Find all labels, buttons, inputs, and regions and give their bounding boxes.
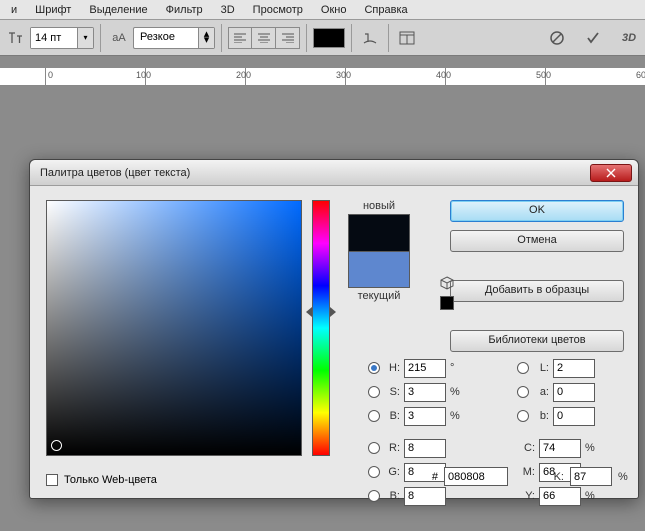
antialias-select[interactable]: Резкое ▴▾ [133, 27, 215, 49]
dialog-titlebar[interactable]: Палитра цветов (цвет текста) [30, 160, 638, 186]
label-s: S: [386, 386, 400, 398]
menu-item[interactable]: 3D [212, 1, 244, 19]
radio-a[interactable] [517, 386, 529, 398]
radio-b-rgb[interactable] [368, 490, 380, 502]
input-c[interactable] [539, 439, 581, 458]
label-c: C: [517, 442, 535, 454]
radio-g[interactable] [368, 466, 380, 478]
radio-b-hsb[interactable] [368, 410, 380, 422]
web-colors-label: Только Web-цвета [64, 474, 157, 486]
radio-s[interactable] [368, 386, 380, 398]
commit-icon[interactable] [581, 26, 605, 50]
warp-text-icon[interactable] [358, 26, 382, 50]
cube-icon[interactable] [440, 276, 454, 290]
menu-item[interactable]: Просмотр [244, 1, 312, 19]
radio-r[interactable] [368, 442, 380, 454]
text-align-group [228, 27, 300, 49]
label-a: a: [535, 386, 549, 398]
cancel-icon[interactable] [545, 26, 569, 50]
label-l: L: [535, 362, 549, 374]
menu-item[interactable]: Справка [355, 1, 416, 19]
suffix-percent: % [618, 471, 630, 483]
menu-bar: и Шрифт Выделение Фильтр 3D Просмотр Окн… [0, 0, 645, 20]
label-b-lab: b: [535, 410, 549, 422]
hue-slider-thumb[interactable] [306, 307, 312, 317]
input-b-hsb[interactable] [404, 407, 446, 426]
label-b-rgb: B: [386, 490, 400, 502]
label-b-hsb: B: [386, 410, 400, 422]
hue-slider[interactable] [312, 200, 330, 456]
input-a[interactable] [553, 383, 595, 402]
label-k: K: [546, 471, 564, 483]
color-field[interactable] [46, 200, 302, 456]
text-color-swatch[interactable] [313, 28, 345, 48]
current-color-label: текущий [358, 290, 401, 302]
align-center-button[interactable] [252, 27, 276, 49]
label-g: G: [386, 466, 400, 478]
web-colors-checkbox[interactable] [46, 474, 58, 486]
gamut-warning-swatch[interactable] [440, 296, 454, 310]
font-size-field[interactable]: ▾ [30, 27, 94, 49]
menu-item[interactable]: и [2, 1, 26, 19]
input-r[interactable] [404, 439, 446, 458]
align-right-button[interactable] [276, 27, 300, 49]
panel-toggle-icon[interactable] [395, 26, 419, 50]
hex-prefix: # [432, 471, 438, 483]
radio-h[interactable] [368, 362, 380, 374]
input-h[interactable] [404, 359, 446, 378]
hex-input[interactable] [444, 467, 508, 486]
close-button[interactable] [590, 164, 632, 182]
suffix-percent: % [585, 442, 597, 454]
menu-item[interactable]: Фильтр [157, 1, 212, 19]
label-h: H: [386, 362, 400, 374]
antialias-prefix: aA [107, 26, 131, 50]
label-r: R: [386, 442, 400, 454]
radio-b-lab[interactable] [517, 410, 529, 422]
add-to-swatches-button[interactable]: Добавить в образцы [450, 280, 624, 302]
antialias-value: Резкое [134, 28, 198, 48]
hue-slider-thumb[interactable] [330, 307, 336, 317]
ok-button[interactable]: OK [450, 200, 624, 222]
horizontal-ruler: 0 100 200 300 400 500 600 [0, 68, 645, 86]
label-y: Y: [517, 490, 535, 502]
color-libraries-button[interactable]: Библиотеки цветов [450, 330, 624, 352]
current-color-swatch[interactable] [349, 251, 409, 288]
input-s[interactable] [404, 383, 446, 402]
input-k[interactable] [570, 467, 612, 486]
dialog-title: Палитра цветов (цвет текста) [40, 167, 190, 179]
align-left-button[interactable] [228, 27, 252, 49]
3d-button[interactable]: 3D [617, 26, 641, 50]
input-y[interactable] [539, 487, 581, 506]
menu-item[interactable]: Выделение [80, 1, 156, 19]
text-size-icon [4, 26, 28, 50]
suffix-percent: % [450, 410, 462, 422]
menu-item[interactable]: Шрифт [26, 1, 80, 19]
menu-item[interactable]: Окно [312, 1, 356, 19]
font-size-dropdown[interactable]: ▾ [77, 28, 93, 48]
input-b-lab[interactable] [553, 407, 595, 426]
input-b-rgb[interactable] [404, 487, 446, 506]
suffix-degree: ° [450, 362, 462, 374]
options-toolbar: ▾ aA Резкое ▴▾ 3D [0, 20, 645, 56]
cancel-button[interactable]: Отмена [450, 230, 624, 252]
suffix-percent: % [450, 386, 462, 398]
font-size-input[interactable] [31, 28, 77, 48]
input-l[interactable] [553, 359, 595, 378]
radio-l[interactable] [517, 362, 529, 374]
color-picker-dialog: Палитра цветов (цвет текста) новый [29, 159, 639, 499]
suffix-percent: % [585, 490, 597, 502]
color-field-cursor [51, 440, 62, 451]
antialias-stepper[interactable]: ▴▾ [198, 28, 214, 48]
new-color-label: новый [363, 200, 395, 212]
new-color-swatch [349, 215, 409, 251]
